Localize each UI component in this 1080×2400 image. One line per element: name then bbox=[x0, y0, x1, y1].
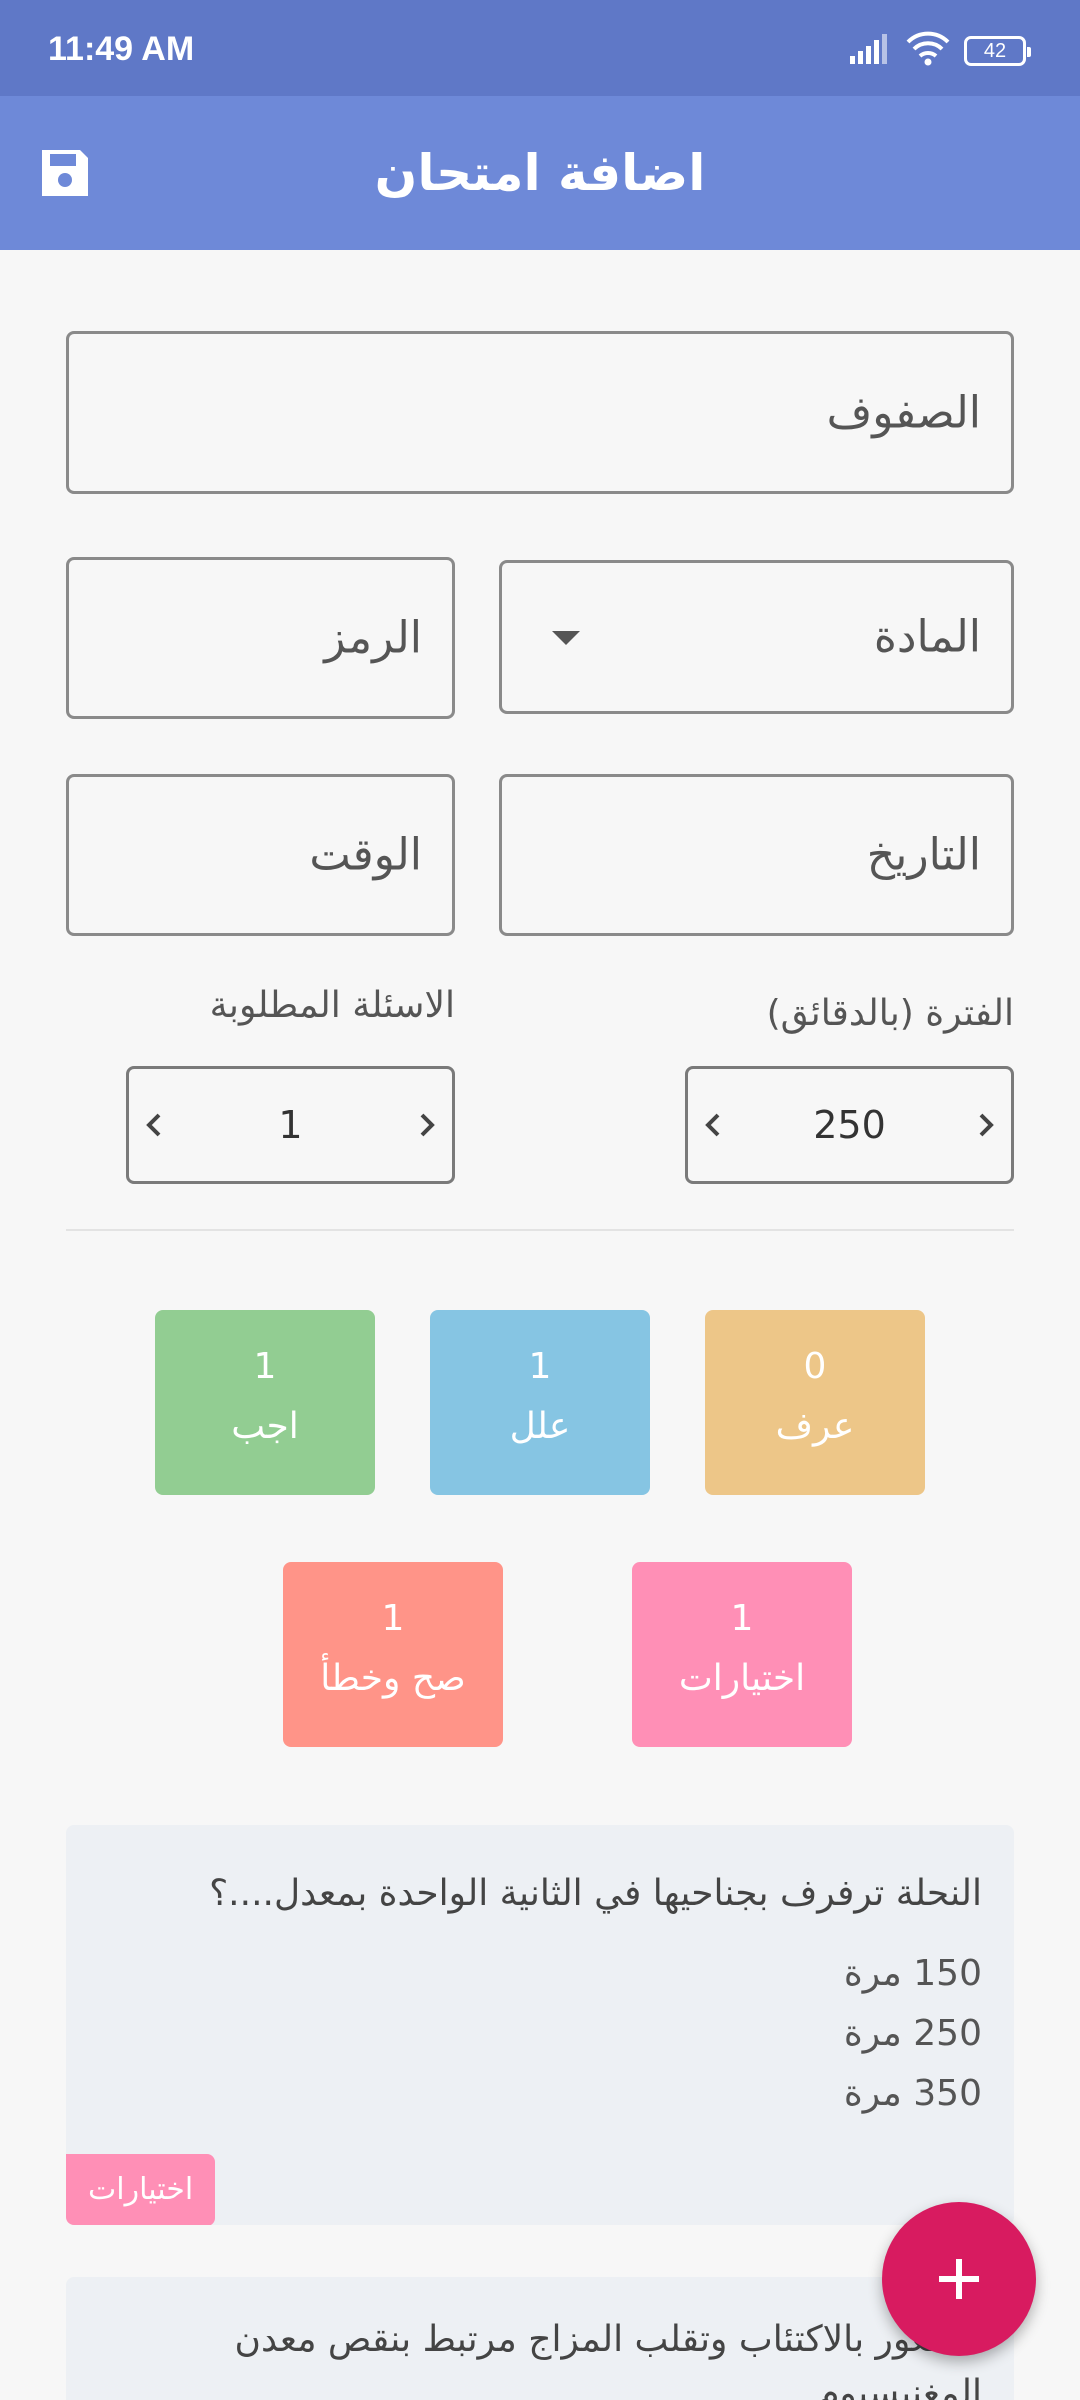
question-type-tag: اختيارات bbox=[66, 2154, 216, 2225]
grades-field[interactable]: الصفوف bbox=[66, 331, 1014, 494]
chevron-right-icon[interactable] bbox=[412, 1111, 440, 1139]
question-option: 350 مرة bbox=[843, 2073, 982, 2114]
tile-label: اختيارات bbox=[678, 1658, 806, 1699]
wifi-icon bbox=[906, 30, 950, 70]
tile-count: 1 bbox=[730, 1598, 754, 1639]
signal-icon bbox=[850, 34, 890, 68]
code-label: الرمز bbox=[324, 612, 422, 664]
date-label: التاريخ bbox=[866, 829, 981, 881]
tile-count: 1 bbox=[253, 1346, 277, 1387]
chevron-right-icon[interactable] bbox=[971, 1111, 999, 1139]
question-text: النحلة ترفرف بجناحيها في الثانية الواحدة… bbox=[209, 1873, 982, 1914]
type-tile-choices[interactable]: 1 اختيارات bbox=[632, 1562, 852, 1747]
required-questions-value: 1 bbox=[278, 1103, 303, 1147]
add-question-button[interactable] bbox=[882, 2202, 1036, 2356]
status-bar: 11:49 AM 42 bbox=[0, 0, 1080, 96]
grades-label: الصفوف bbox=[826, 387, 981, 438]
dropdown-arrow-icon bbox=[552, 631, 580, 645]
duration-stepper[interactable]: 250 bbox=[685, 1066, 1014, 1184]
time-label: الوقت bbox=[309, 829, 422, 881]
question-option: 250 مرة bbox=[843, 2013, 982, 2054]
question-text: الشعور بالاكتئاب وتقلب المزاج مرتبط بنقص… bbox=[234, 2319, 983, 2400]
status-time: 11:49 AM bbox=[48, 30, 195, 68]
divider bbox=[66, 1229, 1014, 1231]
subject-label: المادة bbox=[873, 611, 981, 663]
tile-count: 1 bbox=[381, 1598, 405, 1639]
date-field[interactable]: التاريخ bbox=[499, 774, 1014, 936]
page-title: اضافة امتحان bbox=[374, 144, 706, 202]
tile-count: 0 bbox=[803, 1346, 827, 1387]
tile-label: عرف bbox=[775, 1406, 855, 1447]
battery-icon: 42 bbox=[964, 36, 1031, 66]
type-tile-answer[interactable]: 1 اجب bbox=[155, 1310, 375, 1495]
duration-value: 250 bbox=[813, 1103, 886, 1147]
app-bar: اضافة امتحان bbox=[0, 96, 1080, 250]
question-option: 150 مرة bbox=[843, 1953, 982, 1994]
required-questions-stepper[interactable]: 1 bbox=[126, 1066, 455, 1184]
type-tile-define[interactable]: 0 عرف bbox=[705, 1310, 925, 1495]
question-card[interactable]: النحلة ترفرف بجناحيها في الثانية الواحدة… bbox=[66, 1825, 1014, 2225]
tile-count: 1 bbox=[528, 1346, 552, 1387]
duration-caption: الفترة (بالدقائق) bbox=[766, 993, 1014, 1034]
subject-dropdown[interactable]: المادة bbox=[499, 560, 1014, 714]
tile-label: علل bbox=[509, 1406, 571, 1447]
type-tile-explain[interactable]: 1 علل bbox=[430, 1310, 650, 1495]
code-field[interactable]: الرمز bbox=[66, 557, 455, 719]
required-questions-caption: الاسئلة المطلوبة bbox=[209, 985, 455, 1026]
type-tile-true-false[interactable]: 1 صح وخطأ bbox=[283, 1562, 503, 1747]
question-card[interactable]: الشعور بالاكتئاب وتقلب المزاج مرتبط بنقص… bbox=[66, 2277, 1014, 2400]
time-field[interactable]: الوقت bbox=[66, 774, 455, 936]
tile-label: صح وخطأ bbox=[320, 1658, 466, 1699]
tile-label: اجب bbox=[231, 1406, 299, 1447]
